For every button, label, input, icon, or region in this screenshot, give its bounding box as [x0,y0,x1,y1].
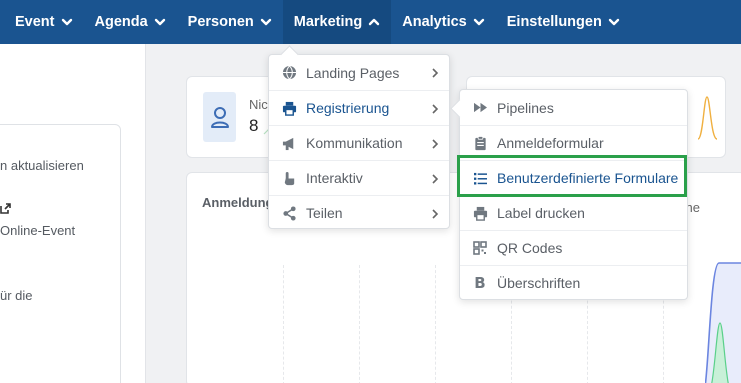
nav-personen[interactable]: Personen [177,0,283,44]
menu-item-teilen[interactable]: Teilen [269,195,449,230]
menu-item-label: Interaktiv [306,170,363,186]
grid-line [359,265,360,383]
top-navigation: Event Agenda Personen Marketing Analytic… [0,0,741,44]
printer-icon [472,205,488,221]
menu-item-label: Registrierung [306,100,390,116]
nav-agenda[interactable]: Agenda [84,0,177,44]
menu-item-label: Landing Pages [306,64,400,81]
menu-item-interaktiv[interactable]: Interaktiv [269,160,449,195]
chart-title: Anmeldung [202,195,274,210]
submenu-item-label-drucken[interactable]: Label drucken [460,195,687,230]
marketing-dropdown: Landing Pages Registrierung Kommunikatio… [268,54,450,229]
chevron-right-icon [431,137,439,149]
nav-agenda-label: Agenda [94,14,148,30]
stat-card: Nic 8 [186,76,281,158]
bold-icon: B [474,274,486,292]
globe-icon [281,65,297,81]
clipboard-icon [472,135,488,151]
chevron-down-icon [61,16,73,28]
nav-personen-label: Personen [187,14,254,30]
nav-event-label: Event [15,14,55,30]
left-text-fuer: ür die [0,288,33,303]
grid-line [283,265,284,383]
chevron-right-icon [431,102,439,114]
grid-line [435,265,436,383]
chart-series-area [705,262,741,383]
menu-item-kommunikation[interactable]: Kommunikation [269,125,449,160]
menu-item-landing-pages[interactable]: Landing Pages [269,55,449,90]
nav-einstellungen-label: Einstellungen [506,14,602,30]
chevron-down-icon [608,16,620,28]
menu-item-registrierung[interactable]: Registrierung [269,90,449,125]
submenu-item-label: Label drucken [497,205,585,221]
nav-analytics[interactable]: Analytics [391,0,495,44]
user-icon [203,92,236,142]
chevron-right-icon [431,172,439,184]
chevron-up-icon [368,16,380,28]
qrcode-icon [472,240,488,256]
chevron-down-icon [473,16,485,28]
submenu-item-label: Anmeldeformular [497,135,604,151]
sparkline-icon [697,96,718,140]
nav-einstellungen[interactable]: Einstellungen [496,0,631,44]
megaphone-icon [281,135,297,151]
menu-item-label: Teilen [306,205,343,221]
submenu-item-label: QR Codes [497,240,563,256]
external-link-icon[interactable] [0,201,11,219]
submenu-item-ueberschriften[interactable]: B Überschriften [460,265,687,300]
submenu-item-label: Überschriften [497,275,581,291]
submenu-item-label: Pipelines [497,99,554,116]
left-text-update: n aktualisieren [0,158,84,173]
share-icon [281,205,297,221]
submenu-item-qr-codes[interactable]: QR Codes [460,230,687,265]
nav-marketing-label: Marketing [293,14,363,30]
left-panel: n aktualisieren Online-Event ür die [0,44,146,383]
chevron-right-icon [431,66,439,78]
nav-analytics-label: Analytics [402,14,467,30]
chevron-down-icon [154,16,166,28]
menu-item-label: Kommunikation [306,135,403,151]
submenu-item-pipelines[interactable]: Pipelines [460,90,687,125]
fast-forward-icon [472,100,488,116]
pointer-hand-icon [281,170,297,186]
nav-marketing[interactable]: Marketing [282,0,392,44]
chevron-right-icon [431,207,439,219]
stat-value: 8 [249,116,259,135]
chevron-down-icon [260,16,272,28]
nav-event[interactable]: Event [0,0,84,44]
stat-label: Nic [249,97,268,112]
highlight-box [457,155,687,197]
printer-icon [281,100,297,116]
left-text-online-event: Online-Event [0,223,76,238]
